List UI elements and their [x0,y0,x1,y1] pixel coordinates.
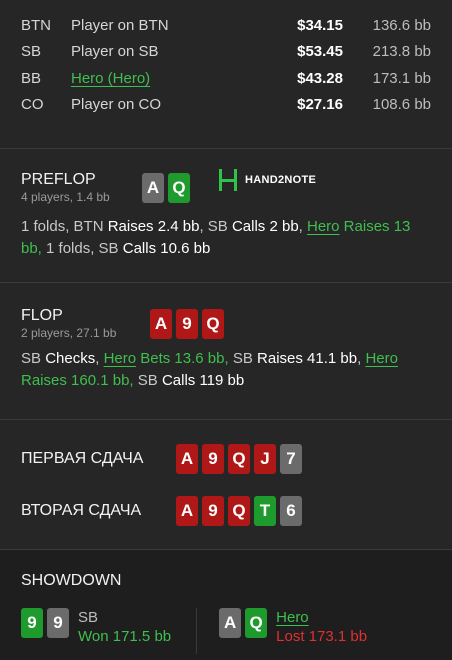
player-row-btn: BTN Player on BTN $34.15 136.6 bb [21,12,431,39]
card: Q [245,608,268,638]
card: A [176,496,198,526]
run-label: ВТОРАЯ СДАЧА [21,502,142,519]
showdown-title: SHOWDOWN [21,572,122,589]
hand2note-logo-icon [219,169,237,191]
player-stack-bb: 213.8 bb [372,43,431,61]
card: 6 [280,496,302,526]
player-name: Player on CO [71,96,162,114]
players-table: BTN Player on BTN $34.15 136.6 bb SB Pla… [0,0,452,148]
card: Q [228,496,250,526]
card: Q [168,172,190,203]
player-stack: $43.28 [297,69,343,87]
street-title: FLOP [21,307,63,324]
run-row-2: ВТОРАЯ СДАЧА A 9 Q T 6 [21,485,431,537]
card: T [254,496,276,526]
card: A [142,172,164,203]
hero-name-link[interactable]: Hero (Hero) [71,70,150,87]
run-row-1: ПЕРВАЯ СДАЧА A 9 Q J 7 [21,433,431,485]
street-title: PREFLOP [21,171,96,188]
action-text: , [95,350,104,367]
player-stack: $53.45 [297,43,343,61]
street-subtitle: 2 players, 27.1 bb [21,326,117,340]
preflop-section: PREFLOP 4 players, 1.4 bb A Q HAND2NOTE … [0,148,452,282]
card: 9 [47,608,69,638]
hero-link[interactable]: Hero [365,350,398,367]
player-position: SB [21,43,42,61]
showdown-section: SHOWDOWN 9 9 SB Won 171.5 bb A Q Hero Lo… [0,549,452,659]
showdown-result-won: Won 171.5 bb [78,628,172,645]
hand2note-logo: HAND2NOTE [217,169,316,191]
hero-link[interactable]: Hero [276,608,367,627]
player-stack-bb: 173.1 bb [372,69,431,87]
run-label: ПЕРВАЯ СДАЧА [21,450,144,467]
card: J [254,444,276,474]
runouts-section: ПЕРВАЯ СДАЧА A 9 Q J 7 ВТОРАЯ СДАЧА A 9 … [0,419,452,549]
action-text: Calls 10.6 bb [122,240,211,257]
player-row-sb: SB Player on SB $53.45 213.8 bb [21,39,431,66]
player-name: Player on SB [71,43,159,61]
preflop-actions: 1 folds, BTN Raises 2.4 bb, SB Calls 2 b… [21,216,431,260]
card: 9 [202,444,224,474]
hand-history-panel: BTN Player on BTN $34.15 136.6 bb SB Pla… [0,0,452,659]
showdown-player-hero: A Q Hero Lost 173.1 bb [219,608,367,646]
hero-player-name[interactable]: Hero (Hero) [71,70,273,87]
showdown-result-lost: Lost 173.1 bb [276,628,368,645]
player-row-co: CO Player on CO $27.16 108.6 bb [21,92,431,119]
flop-actions: SB Checks, Hero Bets 13.6 bb, SB Raises … [21,348,431,392]
card: Q [202,308,224,339]
logo-text: HAND2NOTE [245,174,317,186]
run-board-cards: A 9 Q J 7 [176,444,302,474]
action-text: Calls 2 bb [231,218,299,235]
player-position: CO [21,96,44,114]
card: 7 [280,444,302,474]
player-stack-bb: 108.6 bb [372,96,431,114]
action-text: SB [133,372,162,389]
player-name: Player on BTN [71,16,169,34]
player-cards: 9 9 [21,608,69,638]
showdown-player-sb: 9 9 SB Won 171.5 bb [21,608,171,646]
card: A [176,444,198,474]
action-text: , [298,218,307,235]
hero-action-text: Raises 160.1 bb, [21,372,134,389]
hero-action-text: Bets 13.6 bb, [136,350,229,367]
flop-board-cards: A 9 Q [150,308,224,339]
action-text: 1 folds, SB [41,240,123,257]
action-text: , SB [199,218,232,235]
player-position: BTN [21,16,51,34]
action-text: Raises 41.1 bb [257,350,358,367]
player-stack: $34.15 [297,16,343,34]
player-stack: $27.16 [297,96,343,114]
hero-hole-cards: A Q [142,172,190,203]
card: 9 [21,608,43,638]
action-text: Calls 119 bb [161,372,245,389]
hero-link[interactable]: Hero [104,350,137,367]
player-row-bb: BB Hero (Hero) $43.28 173.1 bb [21,65,431,92]
player-position: BB [21,69,42,87]
action-text: SB [21,350,46,367]
player-stack-bb: 136.6 bb [372,16,431,34]
card: 9 [176,308,198,339]
street-subtitle: 4 players, 1.4 bb [21,190,110,204]
card: 9 [202,496,224,526]
flop-section: FLOP 2 players, 27.1 bb A 9 Q SB Checks,… [0,282,452,419]
card: A [219,608,242,638]
showdown-player-info: SB Won 171.5 bb [78,608,171,646]
card: Q [228,444,250,474]
action-text: Checks [45,350,96,367]
hero-link[interactable]: Hero [307,218,340,235]
card: A [150,308,172,339]
showdown-player-name: SB [78,609,99,626]
player-cards: A Q [219,608,268,638]
showdown-player-info: Hero Lost 173.1 bb [276,608,367,646]
divider [196,608,198,654]
action-text: 1 folds, BTN [21,218,108,235]
action-text: Raises 2.4 bb [107,218,200,235]
showdown-results: 9 9 SB Won 171.5 bb A Q Hero Lost 173.1 … [21,608,431,654]
action-text: SB [228,350,258,367]
run-board-cards: A 9 Q T 6 [176,496,302,526]
